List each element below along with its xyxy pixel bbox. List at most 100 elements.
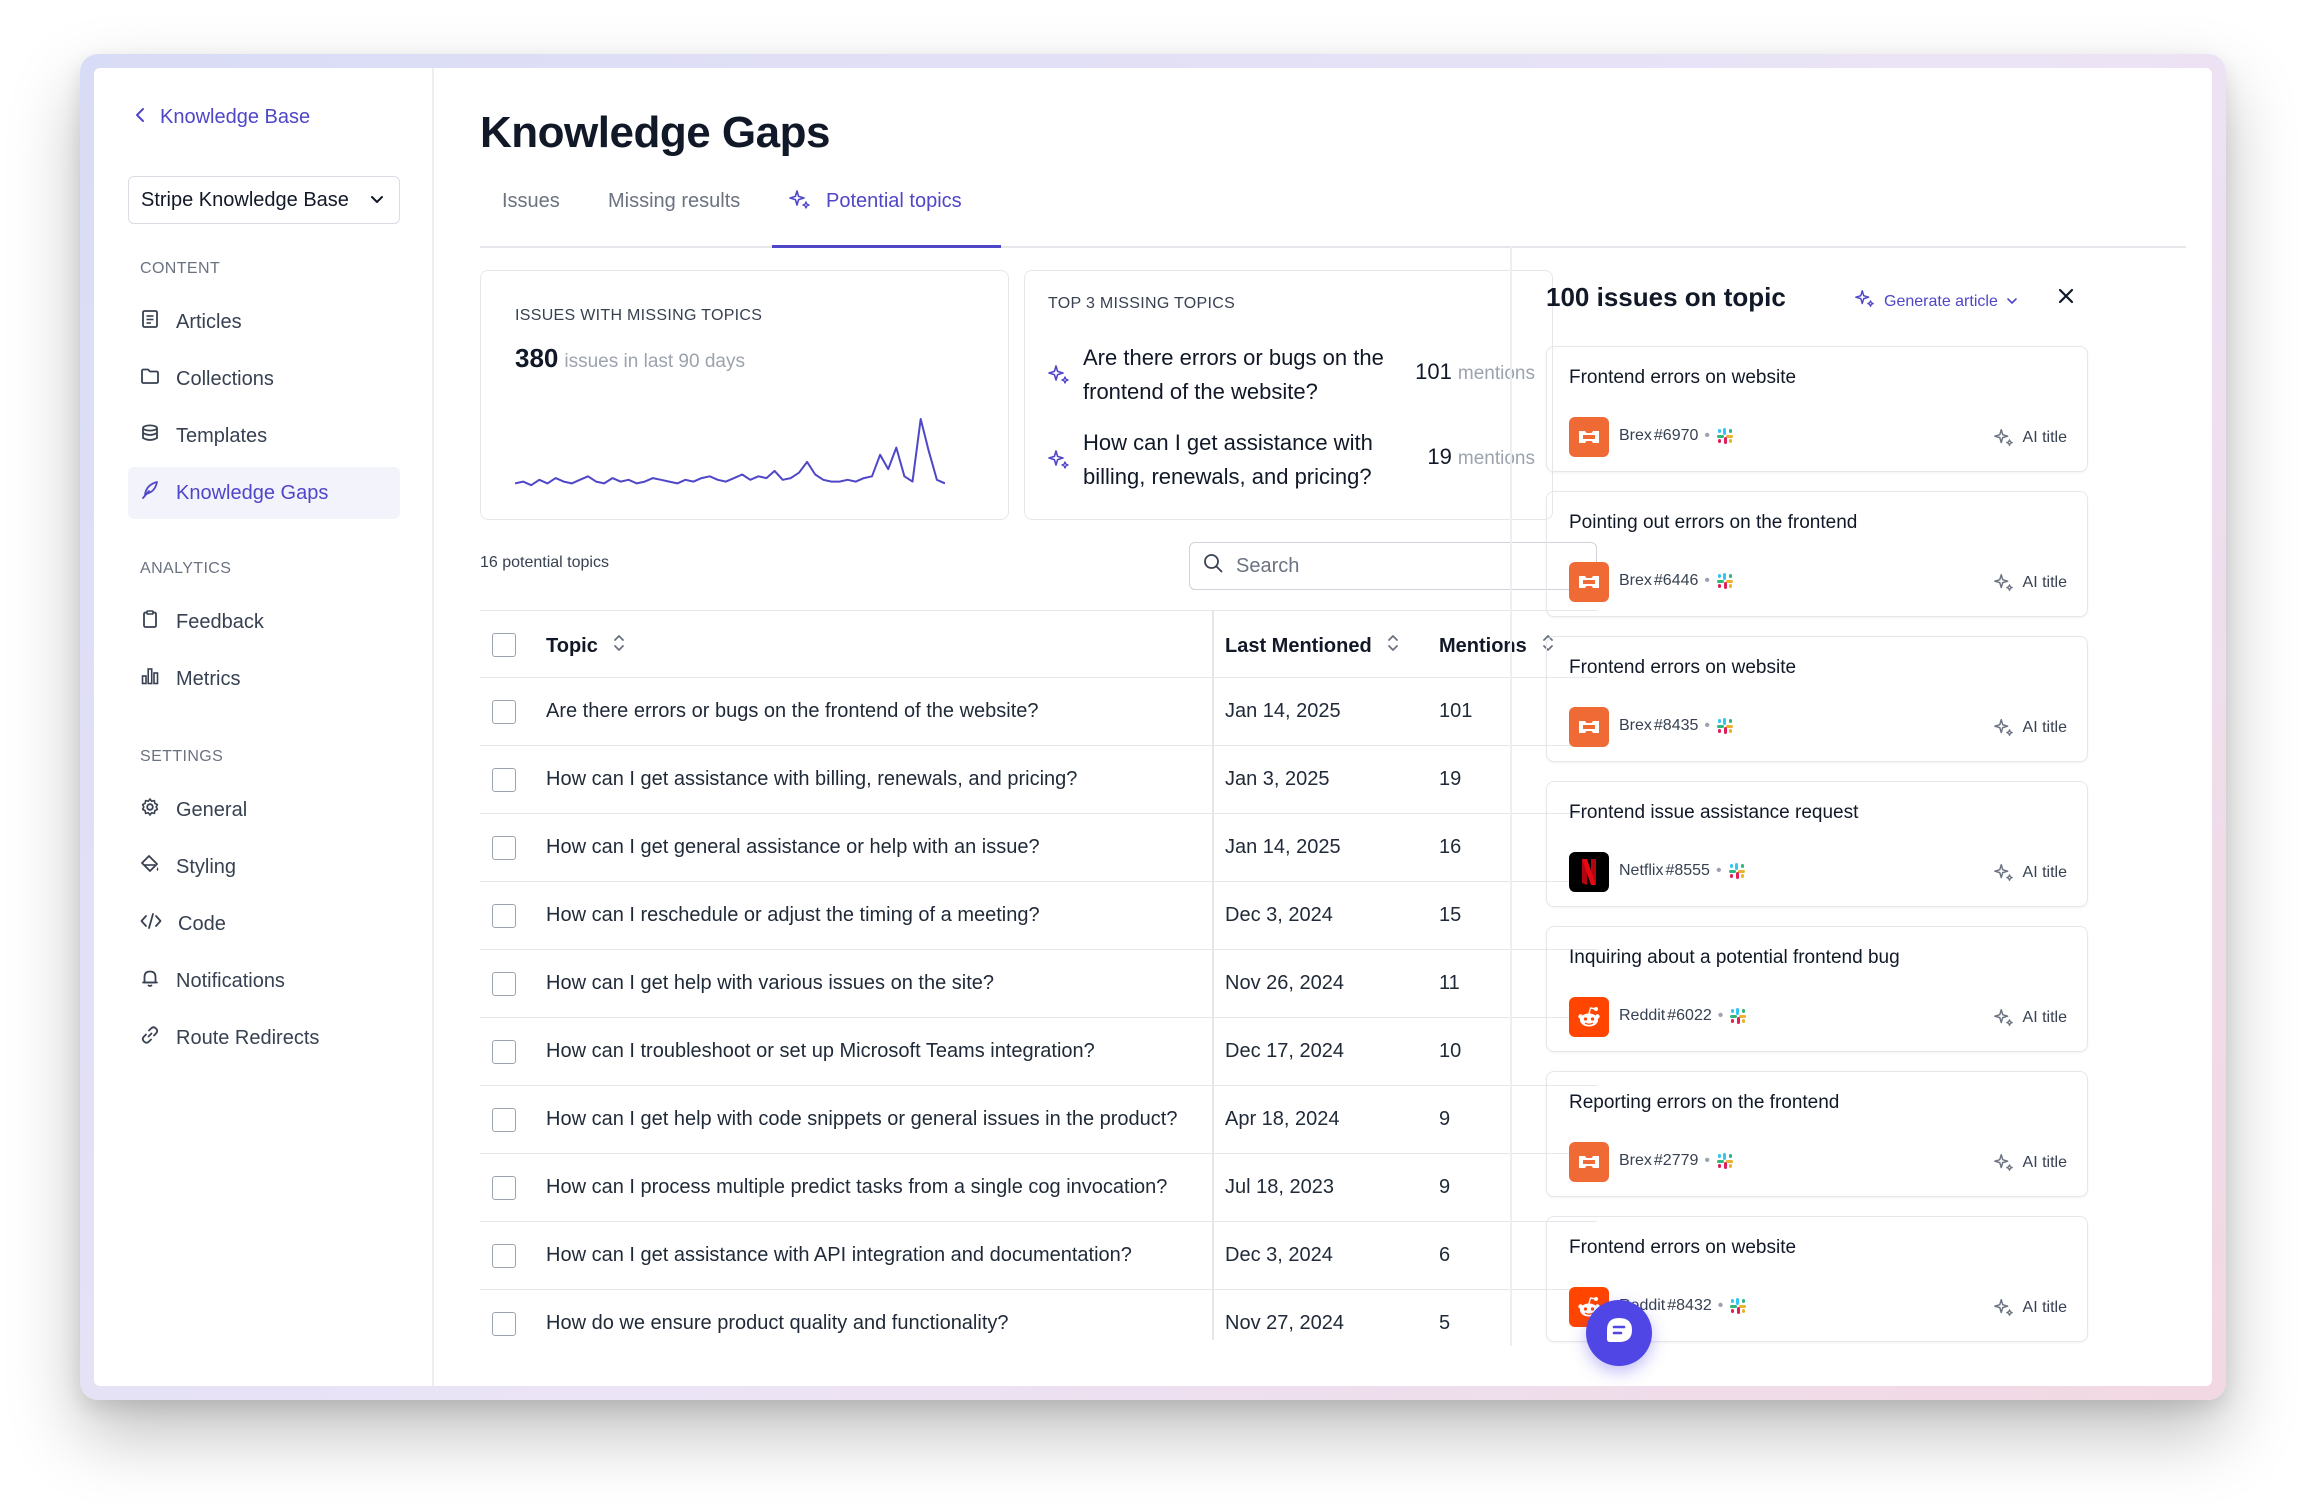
- generate-article-button[interactable]: Generate article: [1854, 288, 2018, 315]
- source-name: Brex: [1619, 717, 1652, 734]
- row-checkbox[interactable]: [492, 836, 516, 860]
- sparkle-icon: [1993, 572, 2015, 594]
- issue-card[interactable]: Pointing out errors on the frontend Brex #…: [1546, 491, 2088, 617]
- app-window: Knowledge Base Stripe Knowledge Base CON…: [94, 68, 2212, 1386]
- page-title: Knowledge Gaps: [480, 108, 830, 157]
- back-link-label: Knowledge Base: [160, 106, 311, 128]
- kb-select[interactable]: Stripe Knowledge Base: [128, 176, 400, 224]
- chat-launcher-button[interactable]: [1586, 1300, 1652, 1366]
- sidebar-item-label: Feedback: [176, 610, 264, 633]
- topic-cell: How can I get help with code snippets or…: [546, 1108, 1178, 1130]
- row-checkbox[interactable]: [492, 904, 516, 928]
- sidebar-item-styling[interactable]: Styling: [128, 841, 400, 893]
- table-row[interactable]: How can I troubleshoot or set up Microso…: [480, 1018, 1597, 1086]
- table-row[interactable]: How can I reschedule or adjust the timin…: [480, 882, 1597, 950]
- back-link[interactable]: Knowledge Base: [134, 106, 310, 129]
- source-name: Brex: [1619, 427, 1652, 444]
- sidebar-item-label: Articles: [176, 310, 242, 333]
- sidebar-item-collections[interactable]: Collections: [128, 353, 400, 405]
- topic-cell: How do we ensure product quality and fun…: [546, 1312, 1009, 1334]
- top-topic-item[interactable]: How can I get assistance with billing, r…: [1047, 426, 1535, 496]
- topic-cell: How can I get assistance with API integr…: [546, 1244, 1132, 1266]
- row-checkbox[interactable]: [492, 1108, 516, 1132]
- quill-icon: [140, 480, 160, 506]
- mentions-cell: 6: [1439, 1244, 1451, 1266]
- document-icon: [140, 309, 160, 335]
- last-mentioned-cell: Dec 3, 2024: [1225, 904, 1333, 926]
- brex-logo-icon: [1569, 1142, 1609, 1182]
- select-all-checkbox[interactable]: [492, 633, 516, 657]
- mentions-cell: 9: [1439, 1108, 1451, 1130]
- row-checkbox[interactable]: [492, 1312, 516, 1336]
- row-checkbox[interactable]: [492, 972, 516, 996]
- row-checkbox[interactable]: [492, 1176, 516, 1200]
- topic-cell: How can I reschedule or adjust the timin…: [546, 904, 1040, 926]
- sort-icon: [1386, 633, 1400, 659]
- slack-icon: [1716, 717, 1734, 735]
- ai-title-indicator: AI title: [1993, 862, 2067, 884]
- row-checkbox[interactable]: [492, 1040, 516, 1064]
- brex-logo-icon: [1569, 417, 1609, 457]
- sidebar-item-general[interactable]: General: [128, 784, 400, 836]
- ai-title-indicator: AI title: [1993, 1007, 2067, 1029]
- reddit-logo-icon: [1569, 997, 1609, 1037]
- sidebar-item-label: Knowledge Gaps: [176, 481, 329, 504]
- table-row[interactable]: How can I process multiple predict tasks…: [480, 1154, 1597, 1222]
- slack-icon: [1716, 572, 1734, 590]
- sidebar-item-notifications[interactable]: Notifications: [128, 955, 400, 1007]
- section-label-settings: SETTINGS: [140, 748, 224, 765]
- topic-cell: How can I process multiple predict tasks…: [546, 1176, 1168, 1198]
- issue-id: #8435: [1653, 717, 1699, 734]
- last-mentioned-header[interactable]: Last Mentioned: [1225, 633, 1400, 659]
- slack-icon: [1729, 1297, 1747, 1315]
- slack-icon: [1729, 1007, 1747, 1025]
- code-icon: [140, 911, 162, 937]
- chat-icon: [1602, 1314, 1636, 1353]
- table-row[interactable]: How can I get assistance with API integr…: [480, 1222, 1597, 1290]
- issue-card[interactable]: Frontend errors on website Brex #6970 • AI t…: [1546, 346, 2088, 472]
- topic-header[interactable]: Topic: [546, 633, 626, 659]
- row-checkbox[interactable]: [492, 700, 516, 724]
- sidebar-item-articles[interactable]: Articles: [128, 296, 400, 348]
- issue-title: Inquiring about a potential frontend bug: [1569, 947, 1900, 968]
- sidebar-item-label: Metrics: [176, 667, 241, 690]
- separator-dot: •: [1704, 1152, 1711, 1169]
- issues-panel: 100 issues on topic Generate article Fro…: [1510, 246, 2212, 1346]
- slack-icon: [1716, 1152, 1734, 1170]
- sidebar: Knowledge Base Stripe Knowledge Base CON…: [94, 68, 434, 1386]
- issue-card[interactable]: Inquiring about a potential frontend bug…: [1546, 926, 2088, 1052]
- sidebar-item-knowledge-gaps[interactable]: Knowledge Gaps: [128, 467, 400, 519]
- sidebar-item-label: Collections: [176, 367, 274, 390]
- table-row[interactable]: How can I get assistance with billing, r…: [480, 746, 1597, 814]
- top-topic-question: How can I get assistance with billing, r…: [1083, 430, 1373, 489]
- table-row[interactable]: How can I get general assistance or help…: [480, 814, 1597, 882]
- sort-icon: [612, 633, 626, 659]
- tab-potential-topics[interactable]: Potential topics: [772, 190, 1001, 248]
- top-topic-count: 101: [1415, 359, 1452, 384]
- issue-card[interactable]: Frontend issue assistance request Netflix…: [1546, 781, 2088, 907]
- topic-cell: How can I get general assistance or help…: [546, 836, 1040, 858]
- close-icon[interactable]: [2056, 284, 2076, 310]
- top-topic-item[interactable]: Are there errors or bugs on the frontend…: [1047, 341, 1535, 411]
- sidebar-item-metrics[interactable]: Metrics: [128, 653, 400, 705]
- issue-card[interactable]: Frontend errors on website Brex #8435 • AI t…: [1546, 636, 2088, 762]
- sidebar-item-route-redirects[interactable]: Route Redirects: [128, 1012, 400, 1064]
- tab-missing-results[interactable]: Missing results: [608, 190, 740, 248]
- chevron-down-icon: [369, 189, 385, 212]
- issue-source: Brex #6970 •: [1619, 427, 1734, 445]
- last-mentioned-cell: Jan 14, 2025: [1225, 700, 1341, 722]
- table-row[interactable]: How can I get help with various issues o…: [480, 950, 1597, 1018]
- table-row[interactable]: How can I get help with code snippets or…: [480, 1086, 1597, 1154]
- sidebar-item-templates[interactable]: Templates: [128, 410, 400, 462]
- row-checkbox[interactable]: [492, 1244, 516, 1268]
- issue-card[interactable]: Reporting errors on the frontend Brex #277…: [1546, 1071, 2088, 1197]
- netflix-logo-icon: [1569, 852, 1609, 892]
- sidebar-item-code[interactable]: Code: [128, 898, 400, 950]
- chevron-left-icon: [134, 106, 146, 129]
- row-checkbox[interactable]: [492, 768, 516, 792]
- tab-issues[interactable]: Issues: [502, 190, 560, 248]
- table-row[interactable]: Are there errors or bugs on the frontend…: [480, 678, 1597, 746]
- sidebar-item-feedback[interactable]: Feedback: [128, 596, 400, 648]
- ai-title-label: AI title: [2022, 574, 2067, 591]
- table-row[interactable]: How do we ensure product quality and fun…: [480, 1290, 1597, 1340]
